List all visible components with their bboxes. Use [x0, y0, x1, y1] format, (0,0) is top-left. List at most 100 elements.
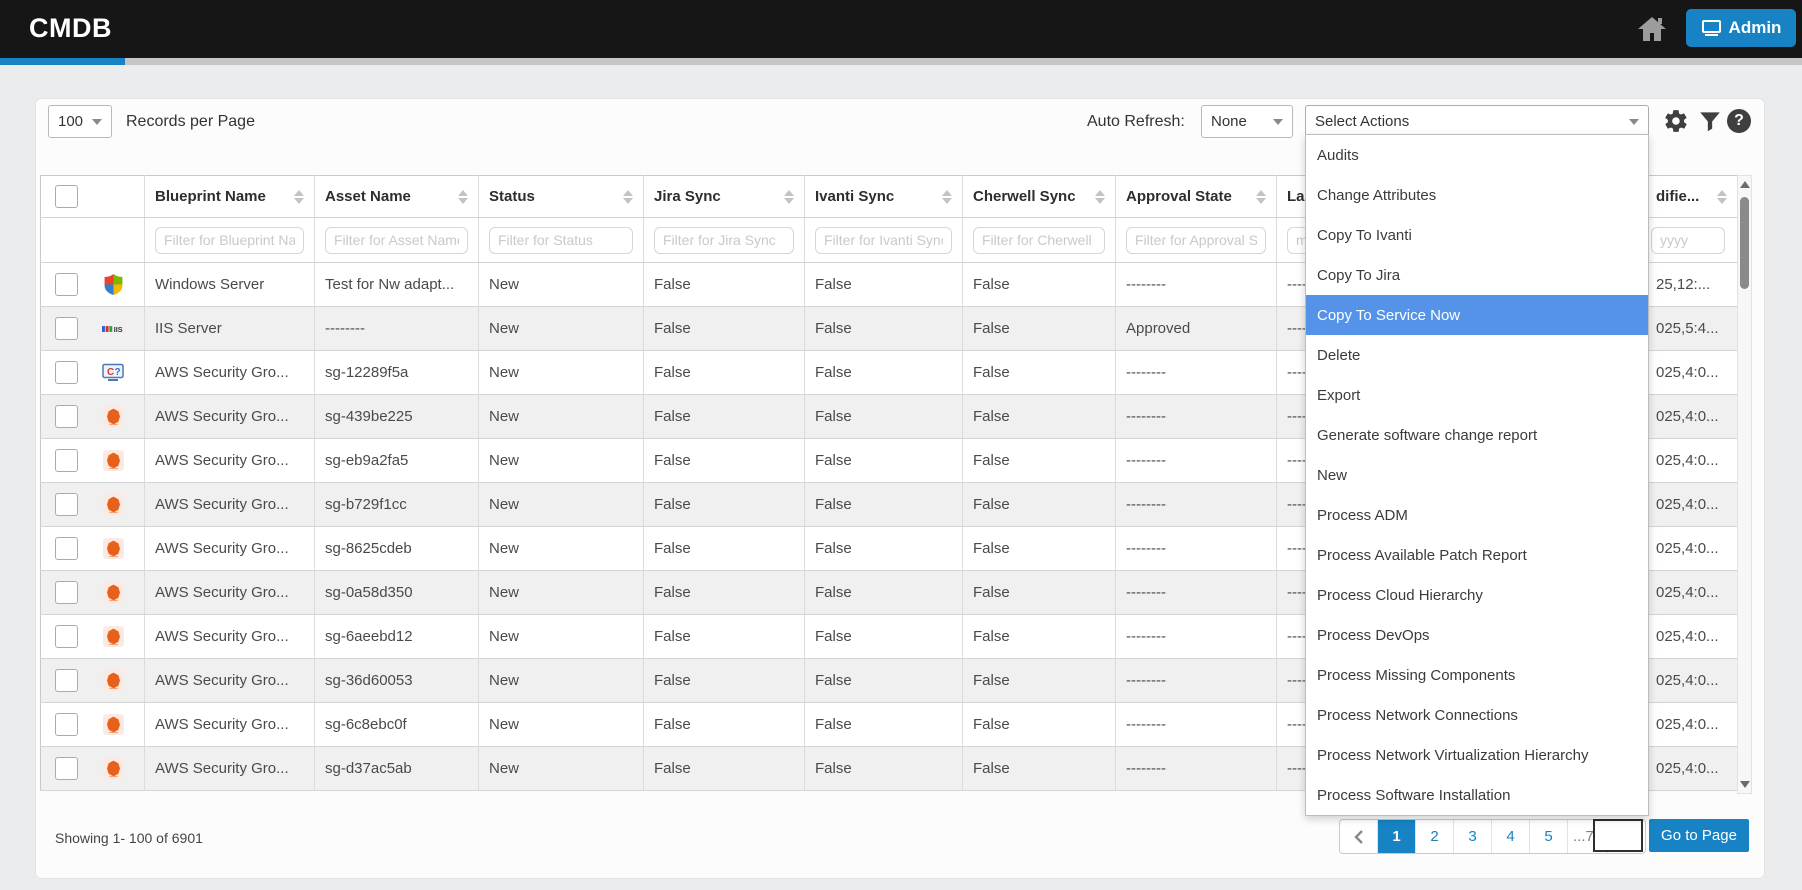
aws-security-group-icon [102, 538, 124, 560]
row-checkbox[interactable] [55, 449, 78, 472]
select-all-checkbox[interactable] [55, 185, 78, 208]
actions-menu-item[interactable]: Process Network Virtualization Hierarchy [1306, 735, 1648, 775]
cell-cherwell-sync: False [963, 263, 1116, 307]
cell-cherwell-sync: False [963, 527, 1116, 571]
home-icon[interactable] [1636, 14, 1668, 44]
row-checkbox[interactable] [55, 361, 78, 384]
actions-menu-item[interactable]: Delete [1306, 335, 1648, 375]
filter-blueprint-name-input[interactable] [155, 227, 304, 254]
cell-asset-name: sg-b729f1cc [315, 483, 479, 527]
cell-asset-name: sg-439be225 [315, 395, 479, 439]
cell-jira-sync: False [644, 395, 805, 439]
row-checkbox[interactable] [55, 713, 78, 736]
page-button-1[interactable]: 1 [1377, 820, 1415, 853]
column-header-ivanti-sync: Ivanti Sync [815, 188, 894, 205]
cell-blueprint-name: AWS Security Gro... [145, 747, 315, 791]
goto-page-button[interactable]: Go to Page [1649, 819, 1749, 852]
actions-menu-item[interactable]: Copy To Ivanti [1306, 215, 1648, 255]
cell-status: New [479, 439, 644, 483]
sort-icon[interactable] [1717, 190, 1727, 204]
actions-menu-item[interactable]: Process Network Connections [1306, 695, 1648, 735]
records-per-page-value: 100 [58, 113, 83, 130]
sort-icon[interactable] [458, 190, 468, 204]
row-checkbox[interactable] [55, 669, 78, 692]
auto-refresh-select[interactable]: None [1201, 105, 1293, 138]
actions-menu-item[interactable]: Process Missing Components [1306, 655, 1648, 695]
cell-ivanti-sync: False [805, 439, 963, 483]
actions-menu-item[interactable]: Generate software change report [1306, 415, 1648, 455]
cell-status: New [479, 527, 644, 571]
cell-ivanti-sync: False [805, 395, 963, 439]
records-per-page-select[interactable]: 100 [48, 105, 112, 138]
filter-modified-date-input[interactable] [1651, 227, 1725, 254]
sort-icon[interactable] [942, 190, 952, 204]
actions-menu-item[interactable]: Copy To Jira [1306, 255, 1648, 295]
sort-icon[interactable] [623, 190, 633, 204]
cell-blueprint-name: IIS Server [145, 307, 315, 351]
sort-icon[interactable] [294, 190, 304, 204]
help-icon[interactable]: ? [1727, 109, 1751, 133]
cell-approval-state: -------- [1116, 659, 1277, 703]
aws-security-group-icon [102, 450, 124, 472]
row-checkbox[interactable] [55, 625, 78, 648]
actions-menu-item[interactable]: Process Available Patch Report [1306, 535, 1648, 575]
page-button-3[interactable]: 3 [1453, 820, 1491, 853]
actions-menu-item[interactable]: New [1306, 455, 1648, 495]
filter-status-input[interactable] [489, 227, 633, 254]
scrollbar-thumb[interactable] [1740, 197, 1749, 289]
actions-menu-item[interactable]: Process Software Installation [1306, 775, 1648, 815]
cell-status: New [479, 659, 644, 703]
select-actions-value: Select Actions [1315, 113, 1409, 130]
chevron-down-icon [1629, 119, 1639, 125]
filter-ivanti-sync-input[interactable] [815, 227, 952, 254]
cell-ivanti-sync: False [805, 571, 963, 615]
aws-security-group-icon [102, 626, 124, 648]
actions-menu-item[interactable]: Process ADM [1306, 495, 1648, 535]
page-button-5[interactable]: 5 [1529, 820, 1567, 853]
cell-asset-name: sg-6aeebd12 [315, 615, 479, 659]
cell-blueprint-name: AWS Security Gro... [145, 439, 315, 483]
filter-approval-state-input[interactable] [1126, 227, 1266, 254]
row-checkbox[interactable] [55, 493, 78, 516]
cell-status: New [479, 351, 644, 395]
previous-page-icon[interactable] [1340, 820, 1377, 853]
sort-icon[interactable] [1256, 190, 1266, 204]
cell-cherwell-sync: False [963, 659, 1116, 703]
row-checkbox[interactable] [55, 537, 78, 560]
sort-icon[interactable] [784, 190, 794, 204]
cell-jira-sync: False [644, 615, 805, 659]
row-checkbox[interactable] [55, 405, 78, 428]
filter-cherwell-sync-input[interactable] [973, 227, 1105, 254]
row-checkbox[interactable] [55, 581, 78, 604]
aws-security-group-icon [102, 714, 124, 736]
sort-icon[interactable] [1095, 190, 1105, 204]
row-checkbox[interactable] [55, 317, 78, 340]
cell-cherwell-sync: False [963, 351, 1116, 395]
column-header-approval-state: Approval State [1126, 188, 1232, 205]
page-button-4[interactable]: 4 [1491, 820, 1529, 853]
page-button-2[interactable]: 2 [1415, 820, 1453, 853]
chevron-down-icon [1273, 119, 1283, 125]
scroll-up-icon[interactable] [1740, 181, 1750, 188]
row-checkbox[interactable] [55, 273, 78, 296]
actions-menu-item[interactable]: Export [1306, 375, 1648, 415]
actions-menu-item[interactable]: Process Cloud Hierarchy [1306, 575, 1648, 615]
admin-button[interactable]: Admin [1686, 9, 1796, 47]
cell-ivanti-sync: False [805, 483, 963, 527]
filter-asset-name-input[interactable] [325, 227, 468, 254]
actions-menu-item[interactable]: Copy To Service Now [1306, 295, 1648, 335]
scroll-down-icon[interactable] [1740, 781, 1750, 788]
actions-menu-item[interactable]: Change Attributes [1306, 175, 1648, 215]
actions-menu-item[interactable]: Audits [1306, 135, 1648, 175]
cell-cherwell-sync: False [963, 615, 1116, 659]
gear-icon[interactable] [1663, 108, 1689, 134]
column-header-modified: difie... [1656, 188, 1699, 205]
vertical-scrollbar[interactable] [1737, 175, 1752, 794]
filter-jira-sync-input[interactable] [654, 227, 794, 254]
goto-page-input[interactable] [1593, 819, 1643, 852]
row-checkbox[interactable] [55, 757, 78, 780]
column-header-asset-name: Asset Name [325, 188, 411, 205]
actions-menu-item[interactable]: Process DevOps [1306, 615, 1648, 655]
filter-icon[interactable] [1697, 108, 1723, 134]
cell-cherwell-sync: False [963, 703, 1116, 747]
